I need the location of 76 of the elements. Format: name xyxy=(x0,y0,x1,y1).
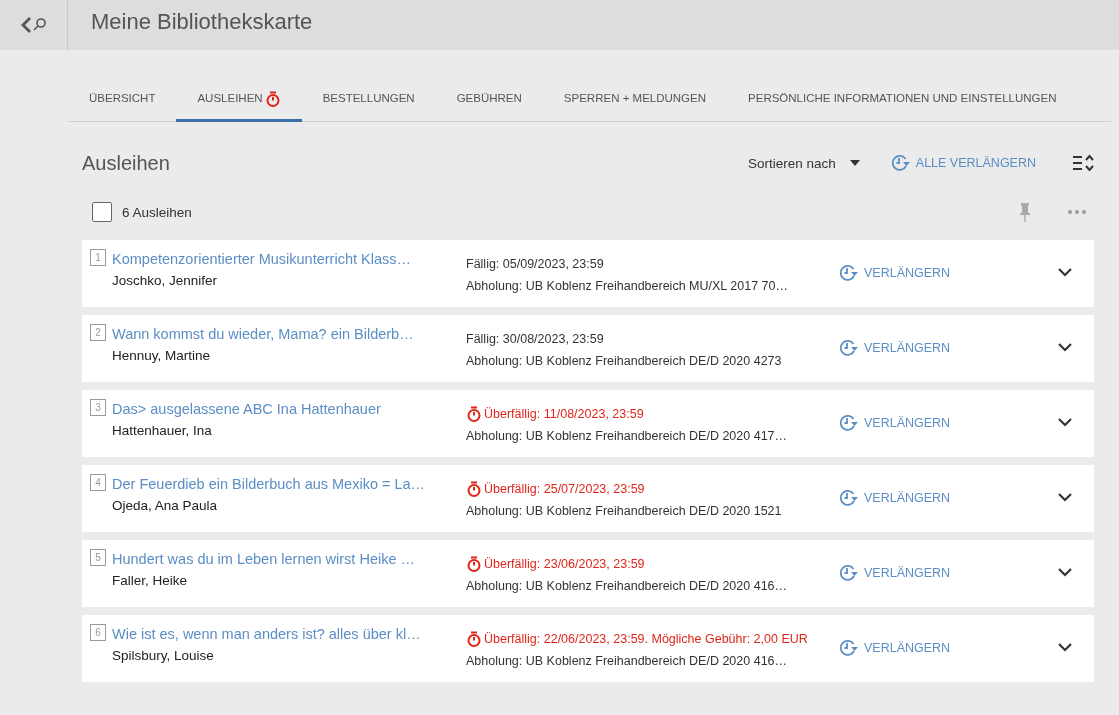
clock-renew-icon xyxy=(838,412,860,433)
due-date: Fällig: 05/09/2023, 23:59 xyxy=(466,255,604,273)
item-number: 4 xyxy=(90,474,106,491)
more-icon xyxy=(1068,210,1086,214)
chevron-down-icon xyxy=(1058,268,1072,277)
list-sort-icon xyxy=(1072,153,1094,173)
chevron-down-icon xyxy=(1058,418,1072,427)
section-title: Ausleihen xyxy=(82,151,171,175)
stopwatch-icon xyxy=(466,555,482,572)
chevron-down-icon xyxy=(1058,568,1072,577)
expand-button[interactable] xyxy=(1058,493,1072,502)
renew-all-button[interactable]: ALLE VERLÄNGERN xyxy=(889,153,1036,173)
loan-author: Faller, Heike xyxy=(112,572,189,590)
loan-author: Ojeda, Ana Paula xyxy=(112,497,219,515)
loan-title-link[interactable]: Wie ist es, wenn man anders ist? alles über kl… xyxy=(112,623,466,645)
stopwatch-icon xyxy=(466,405,482,422)
expand-button[interactable] xyxy=(1058,418,1072,427)
item-number: 6 xyxy=(90,624,106,641)
chevron-down-icon xyxy=(1058,643,1072,652)
tab[interactable]: BESTELLUNGEN xyxy=(301,76,436,122)
clock-renew-icon xyxy=(838,262,860,283)
expand-button[interactable] xyxy=(1058,568,1072,577)
clock-renew-icon xyxy=(838,562,860,583)
clock-renew-icon xyxy=(838,487,860,508)
due-date: Fällig: 30/08/2023, 23:59 xyxy=(466,330,604,348)
sort-dropdown[interactable]: Sortieren nach xyxy=(748,155,860,171)
renew-button[interactable]: VERLÄNGERN xyxy=(838,562,951,583)
loan-title-link[interactable]: Der Feuerdieb ein Bilderbuch aus Mexiko = La… xyxy=(112,473,466,495)
page-title: Meine Bibliothekskarte xyxy=(91,8,313,36)
pickup-location: Abholung: UB Koblenz Freihandbereich DE/D 2020 416… xyxy=(466,578,789,593)
loan-title-link[interactable]: Wann kommst du wieder, Mama? ein Bilderb… xyxy=(112,323,466,345)
tab[interactable]: GEBÜHREN xyxy=(435,76,543,122)
pickup-location: Abholung: UB Koblenz Freihandbereich MU/XL 2017 70… xyxy=(466,278,789,293)
item-number: 5 xyxy=(90,549,106,566)
item-number: 2 xyxy=(90,324,106,341)
expand-button[interactable] xyxy=(1058,643,1072,652)
pickup-location: Abholung: UB Koblenz Freihandbereich DE/D 2020 417… xyxy=(466,428,789,443)
renew-button[interactable]: VERLÄNGERN xyxy=(838,262,951,283)
loan-title-link[interactable]: Kompetenzorientierter Musikunterricht Klass… xyxy=(112,248,466,270)
due-date: Überfällig: 25/07/2023, 23:59 xyxy=(484,480,645,498)
expand-button[interactable] xyxy=(1058,268,1072,277)
pin-icon xyxy=(1018,202,1032,222)
loan-author: Spilsbury, Louise xyxy=(112,647,215,665)
tab[interactable]: ÜBERSICHT xyxy=(68,76,177,122)
renew-button[interactable]: VERLÄNGERN xyxy=(838,337,951,358)
tab[interactable]: SPERREN + MELDUNGEN xyxy=(542,76,728,122)
expand-button[interactable] xyxy=(1058,343,1072,352)
stopwatch-icon xyxy=(466,630,482,647)
tab[interactable]: PERSÖNLICHE INFORMATIONEN UND EINSTELLUNGEN xyxy=(727,76,1078,122)
loan-title-link[interactable]: Das> ausgelassene ABC Ina Hattenhauer xyxy=(112,398,466,420)
clock-renew-icon xyxy=(838,637,860,658)
due-date: Überfällig: 23/06/2023, 23:59 xyxy=(484,555,645,573)
sort-order-button[interactable] xyxy=(1072,153,1094,173)
pickup-location: Abholung: UB Koblenz Freihandbereich DE/D 2020 4273 xyxy=(466,353,783,368)
clock-renew-icon xyxy=(889,153,912,173)
loan-title-link[interactable]: Hundert was du im Leben lernen wirst Heike … xyxy=(112,548,466,570)
item-number: 3 xyxy=(90,399,106,416)
pickup-location: Abholung: UB Koblenz Freihandbereich DE/D 2020 1521 xyxy=(466,503,783,518)
chevron-down-icon xyxy=(1058,343,1072,352)
loan-author: Hattenhauer, Ina xyxy=(112,422,213,440)
due-date: Überfällig: 11/08/2023, 23:59 xyxy=(484,405,644,423)
loan-author: Joschko, Jennifer xyxy=(112,272,219,290)
item-number: 1 xyxy=(90,249,106,266)
chevron-down-icon xyxy=(1058,493,1072,502)
renew-button[interactable]: VERLÄNGERN xyxy=(838,637,951,658)
select-all-checkbox[interactable] xyxy=(92,202,112,222)
loan-author: Hennuy, Martine xyxy=(112,347,212,365)
clock-renew-icon xyxy=(838,337,860,358)
due-date: Überfällig: 22/06/2023, 23:59. Mögliche Gebühr: 2,00 EUR xyxy=(484,630,808,648)
tab[interactable]: AUSLEIHEN xyxy=(176,76,302,122)
stopwatch-icon xyxy=(466,480,482,497)
pickup-location: Abholung: UB Koblenz Freihandbereich DE/D 2020 416… xyxy=(466,653,789,668)
renew-button[interactable]: VERLÄNGERN xyxy=(838,487,951,508)
loan-count: 6 Ausleihen xyxy=(122,204,193,220)
renew-button[interactable]: VERLÄNGERN xyxy=(838,412,951,433)
caret-icon xyxy=(849,160,860,166)
